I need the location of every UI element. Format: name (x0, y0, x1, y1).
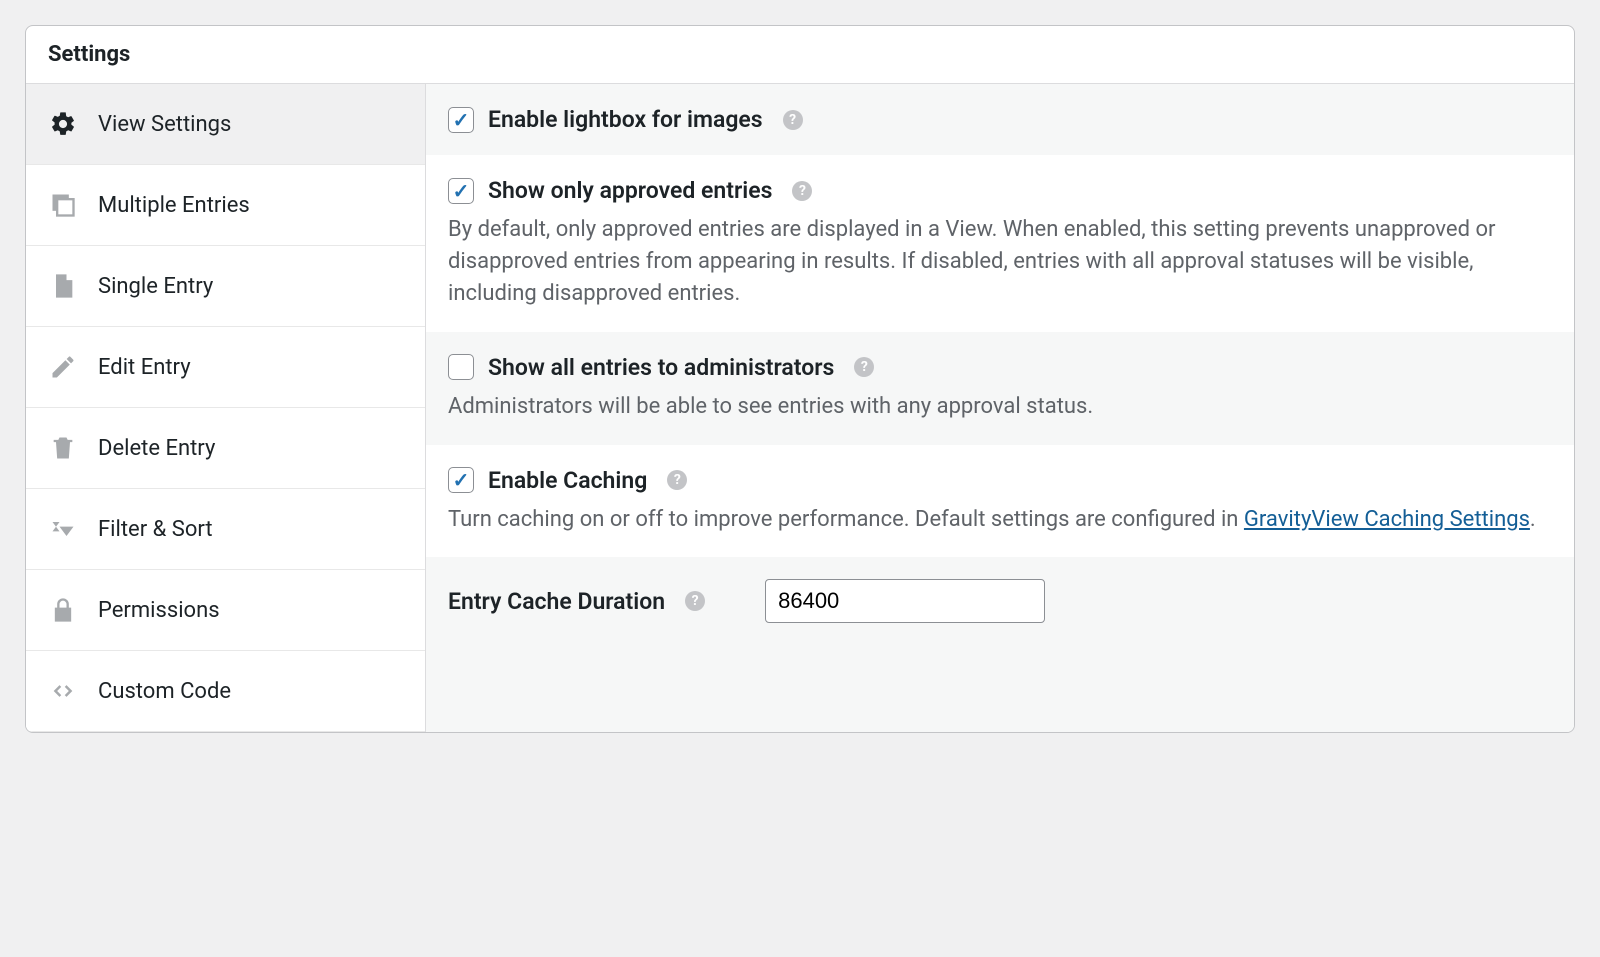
code-icon (48, 676, 78, 706)
sidebar-item-view-settings[interactable]: View Settings (26, 84, 425, 165)
sidebar-item-label: Delete Entry (98, 436, 215, 461)
field-label: Show all entries to administrators (488, 354, 834, 381)
gear-icon (48, 109, 78, 139)
checkbox-show-all-admin[interactable] (448, 354, 474, 380)
trash-icon (48, 433, 78, 463)
sidebar-item-delete-entry[interactable]: Delete Entry (26, 408, 425, 489)
sidebar-item-permissions[interactable]: Permissions (26, 570, 425, 651)
settings-panel: Settings View Settings Multiple Entries … (25, 25, 1575, 733)
sidebar-item-label: View Settings (98, 112, 231, 137)
field-description: By default, only approved entries are di… (448, 214, 1552, 310)
field-description: Administrators will be able to see entri… (448, 391, 1552, 423)
checkbox-enable-caching[interactable] (448, 467, 474, 493)
field-cache-duration: Entry Cache Duration ? (426, 557, 1574, 645)
help-icon[interactable]: ? (667, 470, 687, 490)
edit-icon (48, 352, 78, 382)
page-icon (48, 271, 78, 301)
stack-icon (48, 190, 78, 220)
sidebar-item-label: Single Entry (98, 274, 213, 299)
settings-sidebar: View Settings Multiple Entries Single En… (26, 84, 426, 732)
sidebar-item-label: Custom Code (98, 679, 231, 704)
panel-title: Settings (26, 26, 1574, 84)
checkbox-enable-lightbox[interactable] (448, 107, 474, 133)
help-icon[interactable]: ? (685, 591, 705, 611)
sort-icon (48, 514, 78, 544)
caching-settings-link[interactable]: GravityView Caching Settings (1244, 507, 1530, 532)
field-enable-caching: Enable Caching ? Turn caching on or off … (426, 445, 1574, 558)
lock-icon (48, 595, 78, 625)
sidebar-item-single-entry[interactable]: Single Entry (26, 246, 425, 327)
sidebar-item-filter-sort[interactable]: Filter & Sort (26, 489, 425, 570)
help-icon[interactable]: ? (783, 110, 803, 130)
sidebar-item-label: Edit Entry (98, 355, 191, 380)
help-icon[interactable]: ? (854, 357, 874, 377)
field-show-only-approved: Show only approved entries ? By default,… (426, 155, 1574, 332)
sidebar-item-label: Filter & Sort (98, 517, 213, 542)
sidebar-item-multiple-entries[interactable]: Multiple Entries (26, 165, 425, 246)
panel-body: View Settings Multiple Entries Single En… (26, 84, 1574, 732)
desc-text: Turn caching on or off to improve perfor… (448, 507, 1244, 532)
sidebar-item-custom-code[interactable]: Custom Code (26, 651, 425, 732)
help-icon[interactable]: ? (792, 181, 812, 201)
sidebar-item-label: Multiple Entries (98, 193, 250, 218)
sidebar-item-edit-entry[interactable]: Edit Entry (26, 327, 425, 408)
settings-content: Enable lightbox for images ? Show only a… (426, 84, 1574, 732)
field-enable-lightbox: Enable lightbox for images ? (426, 84, 1574, 155)
field-description: Turn caching on or off to improve perfor… (448, 504, 1552, 536)
field-label: Show only approved entries (488, 177, 772, 204)
field-label: Enable lightbox for images (488, 106, 763, 133)
field-label: Enable Caching (488, 467, 647, 494)
field-show-all-admin: Show all entries to administrators ? Adm… (426, 332, 1574, 445)
sidebar-item-label: Permissions (98, 598, 220, 623)
field-label: Entry Cache Duration (448, 588, 665, 615)
checkbox-show-only-approved[interactable] (448, 178, 474, 204)
desc-text: . (1530, 507, 1536, 532)
cache-duration-input[interactable] (765, 579, 1045, 623)
